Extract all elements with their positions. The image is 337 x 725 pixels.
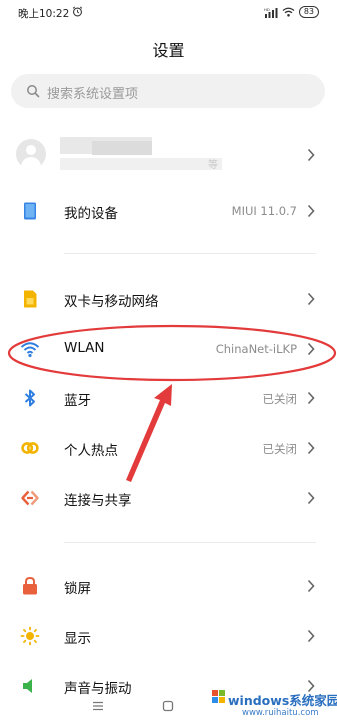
watermark-title: windows系统家园 xyxy=(228,693,337,708)
row-display[interactable]: 显示 xyxy=(0,612,337,660)
chevron-right-icon xyxy=(307,441,315,455)
windows-logo-icon xyxy=(212,690,225,703)
search-icon xyxy=(27,85,40,98)
row-label: 蓝牙 xyxy=(64,393,91,409)
avatar xyxy=(16,139,46,169)
search-input[interactable]: 搜索系统设置项 xyxy=(11,74,325,108)
row-label: 我的设备 xyxy=(64,206,118,222)
hotspot-icon xyxy=(21,442,39,454)
share-icon xyxy=(21,490,39,506)
bluetooth-icon xyxy=(24,389,35,407)
watermark-logo: windows系统家园 www.ruihaitu.com xyxy=(212,688,337,722)
chevron-right-icon xyxy=(307,204,315,218)
wifi-status-icon xyxy=(282,7,295,17)
section-divider xyxy=(64,542,316,543)
row-hotspot[interactable]: 个人热点 已关闭 xyxy=(0,424,337,472)
signal-icon: HD xyxy=(264,7,278,18)
page-title: 设置 xyxy=(152,41,185,60)
account-name-redacted-2 xyxy=(92,141,152,155)
account-subtitle-tail: 等 xyxy=(208,160,218,171)
search-placeholder: 搜索系统设置项 xyxy=(47,87,139,102)
chevron-right-icon xyxy=(307,579,315,593)
home-icon[interactable] xyxy=(162,700,174,712)
tablet-icon xyxy=(24,202,36,220)
status-icons: HD 83 xyxy=(264,5,319,19)
menu-icon[interactable] xyxy=(92,700,104,712)
svg-text:HD: HD xyxy=(264,7,270,12)
chevron-right-icon xyxy=(307,491,315,505)
row-value: ChinaNet-iLKP xyxy=(215,342,297,356)
row-label: 锁屏 xyxy=(64,581,91,597)
chevron-right-icon xyxy=(307,391,315,405)
row-label: 显示 xyxy=(64,631,91,647)
account-subtitle-redacted xyxy=(60,158,222,170)
row-dual-sim[interactable]: 双卡与移动网络 xyxy=(0,275,337,323)
row-label: 双卡与移动网络 xyxy=(64,294,159,310)
row-value: 已关闭 xyxy=(262,442,298,456)
status-bar: 晚上10:22 HD 83 xyxy=(0,0,337,26)
wifi-icon xyxy=(20,342,40,358)
chevron-right-icon xyxy=(307,342,315,356)
sim-card-icon xyxy=(24,290,37,308)
chevron-right-icon xyxy=(307,629,315,643)
row-my-device[interactable]: 我的设备 MIUI 11.0.7 xyxy=(0,187,337,235)
row-lock-screen[interactable]: 锁屏 xyxy=(0,562,337,610)
row-label: 连接与共享 xyxy=(64,493,132,509)
section-divider xyxy=(64,253,316,254)
battery-indicator: 83 xyxy=(298,6,319,18)
row-bluetooth[interactable]: 蓝牙 已关闭 xyxy=(0,374,337,422)
sun-icon xyxy=(20,626,40,646)
watermark-url: www.ruihaitu.com xyxy=(242,708,319,718)
lock-icon xyxy=(23,576,37,595)
row-value: 已关闭 xyxy=(262,392,298,406)
row-value: MIUI 11.0.7 xyxy=(231,204,297,218)
chevron-right-icon xyxy=(307,148,315,162)
account-row[interactable]: 等 xyxy=(0,128,337,182)
row-wlan[interactable]: WLAN ChinaNet-iLKP xyxy=(0,325,337,373)
row-connection-sharing[interactable]: 连接与共享 xyxy=(0,474,337,522)
alarm-icon xyxy=(72,6,83,17)
status-time: 晚上10:22 xyxy=(18,8,70,20)
row-label: WLAN xyxy=(64,340,105,356)
row-label: 个人热点 xyxy=(64,443,118,459)
chevron-right-icon xyxy=(307,292,315,306)
